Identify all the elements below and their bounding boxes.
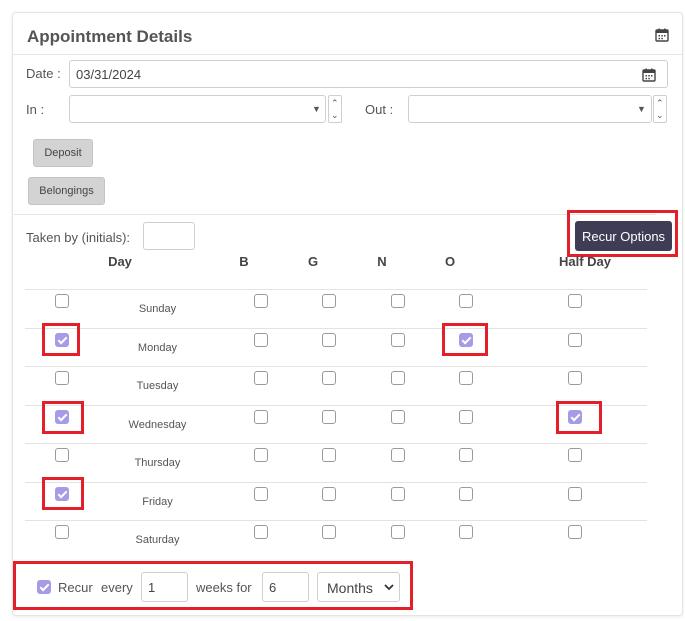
b-checkbox-tuesday[interactable] [254,371,268,385]
b-checkbox-sunday[interactable] [254,294,268,308]
column-header-n: N [377,254,387,269]
table-row-divider [25,405,647,406]
date-input[interactable] [69,60,631,88]
n-checkbox-saturday[interactable] [391,525,405,539]
calendar-icon[interactable] [655,28,669,42]
half-day-checkbox-thursday[interactable] [568,448,582,462]
b-checkbox-friday[interactable] [254,487,268,501]
n-checkbox-wednesday[interactable] [391,410,405,424]
half-day-checkbox-monday[interactable] [568,333,582,347]
n-checkbox-tuesday[interactable] [391,371,405,385]
highlight-box [42,477,84,510]
day-name: Tuesday [136,380,179,392]
date-label: Date : [26,66,61,81]
half-day-checkbox-saturday[interactable] [568,525,582,539]
card-header: Appointment Details [13,13,682,55]
table-row-divider [25,443,647,444]
chevron-up-icon[interactable]: ⌃ [331,98,339,108]
taken-by-label: Taken by (initials): [26,230,131,245]
column-header-day: Day [108,254,132,269]
date-picker-button[interactable] [630,60,668,88]
b-checkbox-wednesday[interactable] [254,410,268,424]
table-row-divider [25,289,647,290]
table-row-divider [25,328,647,329]
out-select[interactable]: ▼ [408,95,652,123]
day-name: Sunday [138,303,177,315]
highlight-box [42,401,84,434]
b-checkbox-monday[interactable] [254,333,268,347]
chevron-down-icon[interactable]: ⌄ [331,110,339,120]
in-select[interactable]: ▼ [69,95,326,123]
belongings-button[interactable]: Belongings [28,177,105,205]
day-checkbox-sunday[interactable] [55,294,69,308]
day-name: Friday [142,496,173,508]
g-checkbox-sunday[interactable] [322,294,336,308]
day-checkbox-thursday[interactable] [55,448,69,462]
highlight-box [13,561,413,610]
deposit-button[interactable]: Deposit [33,139,93,167]
o-checkbox-wednesday[interactable] [459,410,473,424]
table-row-divider [25,482,647,483]
g-checkbox-wednesday[interactable] [322,410,336,424]
o-checkbox-tuesday[interactable] [459,371,473,385]
day-name: Thursday [134,457,181,469]
highlight-box [556,401,602,434]
chevron-down-icon[interactable]: ⌄ [656,110,664,120]
g-checkbox-monday[interactable] [322,333,336,347]
column-header-b: B [239,254,249,269]
o-checkbox-saturday[interactable] [459,525,473,539]
g-checkbox-saturday[interactable] [322,525,336,539]
g-checkbox-thursday[interactable] [322,448,336,462]
b-checkbox-saturday[interactable] [254,525,268,539]
out-time-spinner[interactable]: ⌃ ⌄ [653,95,667,123]
table-row-divider [25,520,647,521]
n-checkbox-monday[interactable] [391,333,405,347]
column-header-half-day: Half Day [558,254,612,269]
card-title: Appointment Details [27,27,193,46]
taken-by-input[interactable] [143,222,195,250]
highlight-box [42,323,80,356]
n-checkbox-thursday[interactable] [391,448,405,462]
calendar-icon [642,68,656,82]
in-time-spinner[interactable]: ⌃ ⌄ [328,95,342,123]
o-checkbox-sunday[interactable] [459,294,473,308]
divider [14,214,656,215]
day-name: Wednesday [128,419,187,431]
half-day-checkbox-friday[interactable] [568,487,582,501]
highlight-box [442,323,488,356]
caret-down-icon: ▼ [637,104,646,114]
day-checkbox-saturday[interactable] [55,525,69,539]
day-name: Monday [137,342,178,354]
n-checkbox-friday[interactable] [391,487,405,501]
n-checkbox-sunday[interactable] [391,294,405,308]
table-row-divider [25,366,647,367]
o-checkbox-thursday[interactable] [459,448,473,462]
chevron-up-icon[interactable]: ⌃ [656,98,664,108]
out-label: Out : [365,102,394,117]
in-label: In : [26,102,45,117]
day-name: Saturday [135,534,180,546]
half-day-checkbox-tuesday[interactable] [568,371,582,385]
column-header-g: G [307,254,319,269]
half-day-checkbox-sunday[interactable] [568,294,582,308]
column-header-o: O [444,254,456,269]
o-checkbox-friday[interactable] [459,487,473,501]
day-checkbox-tuesday[interactable] [55,371,69,385]
caret-down-icon: ▼ [312,104,321,114]
highlight-box [567,210,678,257]
b-checkbox-thursday[interactable] [254,448,268,462]
g-checkbox-friday[interactable] [322,487,336,501]
g-checkbox-tuesday[interactable] [322,371,336,385]
